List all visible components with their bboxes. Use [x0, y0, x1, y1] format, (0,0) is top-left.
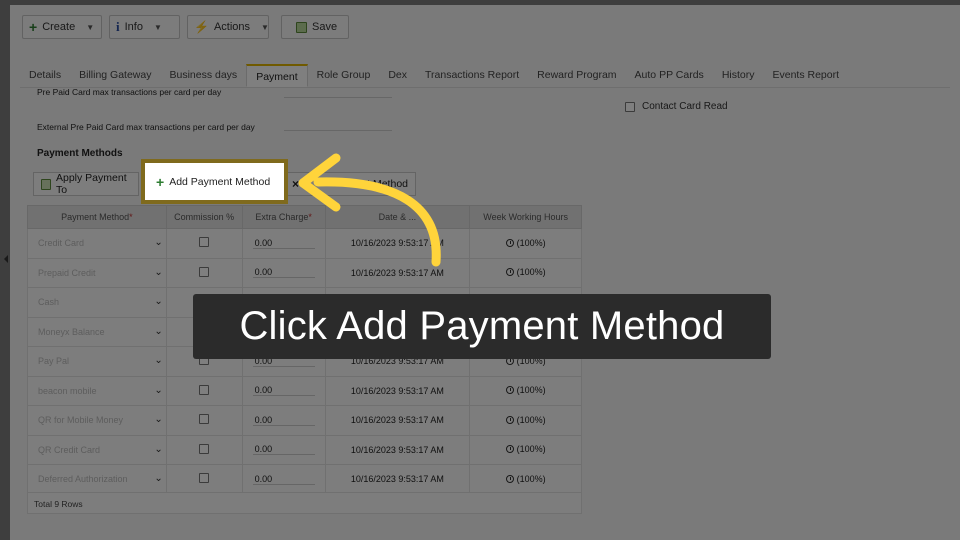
tutorial-caption: Click Add Payment Method — [193, 294, 771, 359]
curved-arrow-icon — [298, 153, 441, 267]
